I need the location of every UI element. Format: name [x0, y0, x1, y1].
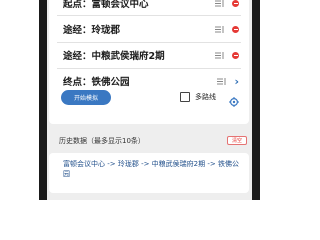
route-row-waypoint-2[interactable]: 途经：中粮武侯瑞府2期 — [63, 44, 239, 66]
route-card: 起点：富顿会议中心 途经：玲珑郡 途经：中粮武侯瑞府2期 终点：铁佛公园 › 开… — [49, 0, 249, 124]
divider — [57, 15, 241, 16]
settings-gear-icon[interactable] — [229, 92, 239, 107]
route-row-label: 途经：玲珑郡 — [63, 25, 121, 36]
history-item[interactable]: 富顿会议中心 -> 玲珑郡 -> 中粮武侯瑞府2期 -> 铁佛公园 — [63, 159, 243, 179]
remove-icon[interactable] — [232, 25, 239, 33]
divider — [57, 42, 241, 43]
multi-route-checkbox[interactable] — [180, 92, 190, 102]
chevron-right-icon[interactable]: › — [234, 76, 239, 87]
route-row-start[interactable]: 起点：富顿会议中心 — [63, 0, 239, 14]
route-row-end[interactable]: 终点：铁佛公园 › — [63, 70, 239, 92]
route-row-waypoint-1[interactable]: 途经：玲珑郡 — [63, 18, 239, 40]
app-screen: 起点：富顿会议中心 途经：玲珑郡 途经：中粮武侯瑞府2期 终点：铁佛公园 › 开… — [47, 0, 252, 200]
divider — [57, 68, 241, 69]
route-row-label: 终点：铁佛公园 — [63, 77, 130, 88]
history-card: 富顿会议中心 -> 玲珑郡 -> 中粮武侯瑞府2期 -> 铁佛公园 — [49, 153, 249, 193]
phone-frame-left — [39, 0, 47, 200]
route-row-label: 起点：富顿会议中心 — [63, 0, 149, 10]
phone-frame-right — [252, 0, 260, 200]
remove-icon[interactable] — [232, 51, 239, 59]
drag-handle-icon[interactable] — [215, 51, 224, 60]
remove-icon[interactable] — [232, 0, 239, 7]
drag-handle-icon[interactable] — [217, 77, 226, 86]
drag-handle-icon[interactable] — [215, 0, 224, 8]
start-simulation-button[interactable]: 开始模拟 — [61, 90, 111, 105]
multi-route-toggle[interactable]: 多路线 — [180, 92, 216, 102]
multi-route-label: 多路线 — [195, 93, 216, 101]
route-row-label: 途经：中粮武侯瑞府2期 — [63, 51, 165, 62]
history-title: 历史数据（最多显示10条） — [59, 137, 145, 145]
drag-handle-icon[interactable] — [215, 25, 224, 34]
clear-history-button[interactable]: 清空 — [227, 136, 247, 145]
